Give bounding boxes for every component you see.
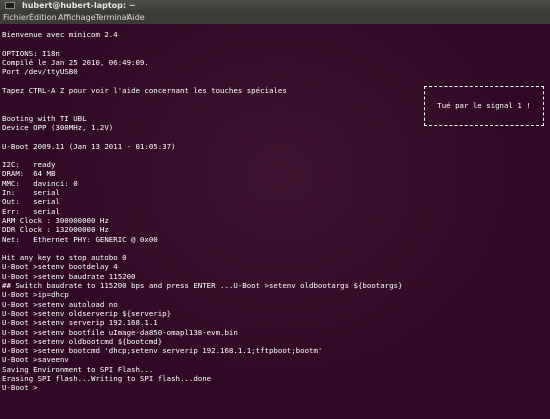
terminal-line: U-Boot >setenv baudrate 115200 xyxy=(2,271,136,281)
terminal-line: Hit any key to stop autobo 0 xyxy=(2,253,127,263)
menu-affichage[interactable]: Affichage xyxy=(57,11,97,24)
terminal-line: Erasing SPI flash...Writing to SPI flash… xyxy=(2,373,212,383)
terminal-line: Booting with TI UBL xyxy=(2,113,87,123)
terminal-lines: Bienvenue avec minicom 2.4 OPTIONS: I18n C… xyxy=(2,30,402,393)
terminal-line: I2C: ready xyxy=(2,160,56,170)
menu-terminal[interactable]: Terminal xyxy=(94,11,130,24)
terminal-line: U-Boot >saveenv xyxy=(2,355,69,365)
terminal-line: Device OPP (300MHz, 1.2V) xyxy=(2,122,114,132)
menu-aide[interactable]: Aide xyxy=(126,11,146,24)
terminal-app-icon xyxy=(5,2,15,9)
terminal-line: U-Boot >setenv bootdelay 4 xyxy=(2,262,118,272)
signal-message-box: Tué par le signal 1 ! xyxy=(424,86,544,126)
menu-fichier[interactable]: Fichier xyxy=(2,11,30,24)
terminal-line: ARM Clock : 300000000 Hz xyxy=(2,215,109,225)
terminal-line: Net: Ethernet PHY: GENERIC @ 0x00 xyxy=(2,234,158,244)
terminal-line: Saving Environment to SPI Flash... xyxy=(2,364,154,374)
terminal-line: Compilé le Jan 25 2010, 06:49:09. xyxy=(2,57,149,67)
terminal-line: MMC: davinci: 0 xyxy=(2,178,78,188)
terminal-line: ## Switch baudrate to 115200 bps and pre… xyxy=(2,281,403,291)
terminal-line: Out: serial xyxy=(2,197,60,207)
menu-edition[interactable]: Édition xyxy=(28,11,58,24)
terminal-line: DRAM: 64 MB xyxy=(2,169,56,179)
terminal-line: U-Boot >setenv bootfile uImage-da850-oma… xyxy=(2,327,238,337)
terminal-line: U-Boot >setenv oldbootcmd ${bootcmd} xyxy=(2,336,163,346)
terminal-line: U-Boot >setenv serverip 192.168.1.1 xyxy=(2,318,158,328)
terminal-line: U-Boot >setenv autoload no xyxy=(2,299,118,309)
terminal-line: U-Boot >ip=dhcp xyxy=(2,290,69,300)
title-bar[interactable]: hubert@hubert-laptop: ~ xyxy=(0,0,550,11)
terminal-line: Port /dev/ttyUSB0 xyxy=(2,67,78,77)
terminal-window: hubert@hubert-laptop: ~ Fichier Édition … xyxy=(0,0,550,419)
terminal-line: Bienvenue avec minicom 2.4 xyxy=(2,30,118,39)
terminal-line: U-Boot 2009.11 (Jan 13 2011 - 01:05:37) xyxy=(2,141,176,151)
terminal-line: DDR Clock : 132000000 Hz xyxy=(2,225,109,235)
terminal-line: U-Boot > xyxy=(2,383,38,393)
terminal-line: In: serial xyxy=(2,188,60,198)
terminal-output-area[interactable]: Bienvenue avec minicom 2.4 OPTIONS: I18n C… xyxy=(0,24,550,419)
terminal-line: Err: serial xyxy=(2,206,60,216)
terminal-line: U-Boot >setenv bootcmd 'dhcp;setenv serv… xyxy=(2,346,323,356)
window-title: hubert@hubert-laptop: ~ xyxy=(22,1,136,10)
terminal-line: OPTIONS: I18n xyxy=(2,48,60,58)
terminal-line: Tapez CTRL-A Z pour voir l'aide concerna… xyxy=(2,85,287,95)
menu-bar: Fichier Édition Affichage Terminal Aide xyxy=(0,11,550,24)
terminal-line: U-Boot >setenv oldserverip ${serverip} xyxy=(2,308,172,318)
signal-message: Tué par le signal 1 ! xyxy=(437,101,531,110)
